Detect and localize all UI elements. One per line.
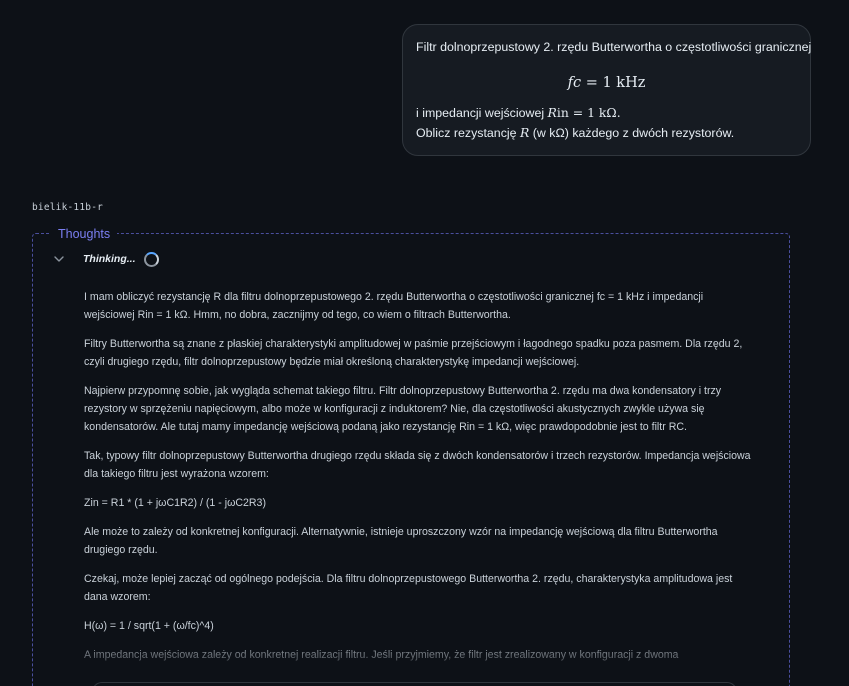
chat-page: Filtr dolnoprzepustowy 2. rzędu Butterwo… xyxy=(0,0,849,686)
text-segment: Oblicz rezystancję xyxy=(416,126,520,140)
thought-paragraph: A impedancja wejściowa zależy od konkret… xyxy=(84,649,679,661)
thought-paragraph: Zin = R1 * (1 + jωC1R2) / (1 - jωC2R3) xyxy=(84,497,266,509)
math-value: = 1 kΩ. xyxy=(568,105,621,120)
thought-paragraph: Czekaj, może lepiej zacząć od ogólnego p… xyxy=(84,573,733,603)
math-value: = 1 kHz xyxy=(585,75,646,91)
thinking-toggle[interactable]: Thinking... xyxy=(53,250,159,268)
loading-spinner-icon xyxy=(143,251,159,267)
user-message-line: i impedancji wejściowej Rin = 1 kΩ. xyxy=(416,103,797,123)
user-message-line: Filtr dolnoprzepustowy 2. rzędu Butterwo… xyxy=(416,40,812,54)
thinking-status: Thinking... xyxy=(83,253,136,265)
text-segment: i impedancji wejściowej xyxy=(416,106,548,120)
math-subscript: in xyxy=(556,105,569,120)
message-input-edge[interactable] xyxy=(92,682,737,686)
thought-paragraph: I mam obliczyć rezystancję R dla filtru … xyxy=(84,291,704,321)
chevron-down-icon[interactable] xyxy=(53,253,65,265)
thought-paragraph: H(ω) = 1 / sqrt(1 + (ω/fc)^4) xyxy=(84,620,214,632)
thought-paragraph: Tak, typowy filtr dolnoprzepustowy Butte… xyxy=(84,450,751,480)
thoughts-panel: Thoughts Thinking... I mam obliczyć rezy… xyxy=(32,226,790,686)
thought-content: I mam obliczyć rezystancję R dla filtru … xyxy=(84,288,754,675)
math-variable: R xyxy=(519,125,530,140)
math-variable: fc xyxy=(567,75,582,91)
model-name-label: bielik-11b-r xyxy=(32,202,104,213)
user-message-bubble: Filtr dolnoprzepustowy 2. rzędu Butterwo… xyxy=(402,24,811,156)
thoughts-legend: Thoughts xyxy=(51,226,118,242)
thought-paragraph: Filtry Butterwortha są znane z płaskiej … xyxy=(84,338,743,368)
text-segment: (w kΩ) każdego z dwóch rezystorów. xyxy=(529,126,735,140)
thought-paragraph: Najpierw przypomnę sobie, jak wygląda sc… xyxy=(84,385,722,433)
math-variable: R xyxy=(547,105,557,120)
thought-paragraph: Ale może to zależy od konkretnej konfigu… xyxy=(84,526,718,556)
user-message-line: Oblicz rezystancję R (w kΩ) każdego z dw… xyxy=(416,123,797,143)
math-input-resistance: Rin = 1 kΩ. xyxy=(548,105,621,120)
math-cutoff-frequency: fc = 1 kHz xyxy=(416,73,797,93)
